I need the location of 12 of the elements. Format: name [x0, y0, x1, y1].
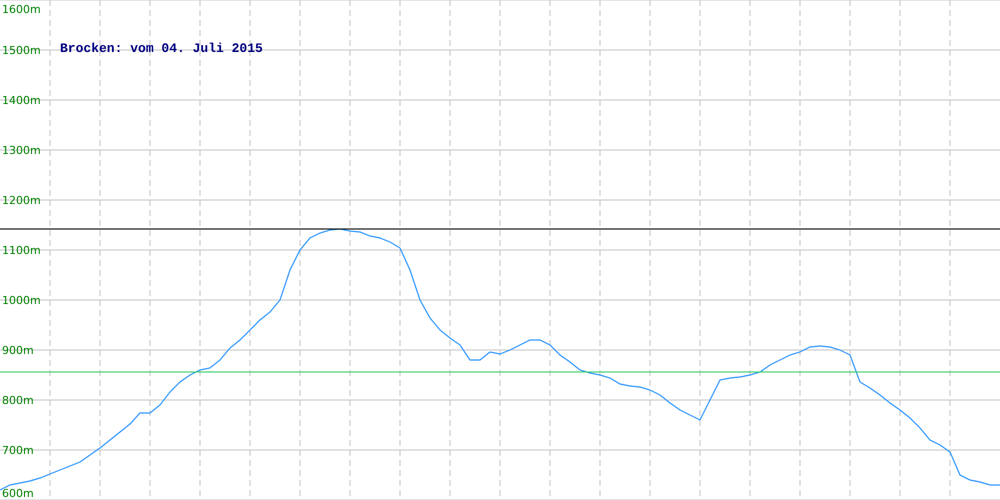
axis-label: 900m [2, 344, 34, 357]
chart-title: Brocken: vom 04. Juli 2015 [60, 41, 263, 56]
axis-label: 1400m [2, 94, 41, 107]
axis-label: 1300m [2, 144, 41, 157]
axis-label: 1600m [2, 3, 41, 16]
axis-label: 800m [2, 394, 34, 407]
axis-label: 1200m [2, 194, 41, 207]
axis-label: 600m [2, 487, 34, 500]
axis-label: 1500m [2, 44, 41, 57]
axis-label: 1100m [2, 244, 41, 257]
axis-label: 1000m [2, 294, 41, 307]
axis-label: 700m [2, 444, 34, 457]
